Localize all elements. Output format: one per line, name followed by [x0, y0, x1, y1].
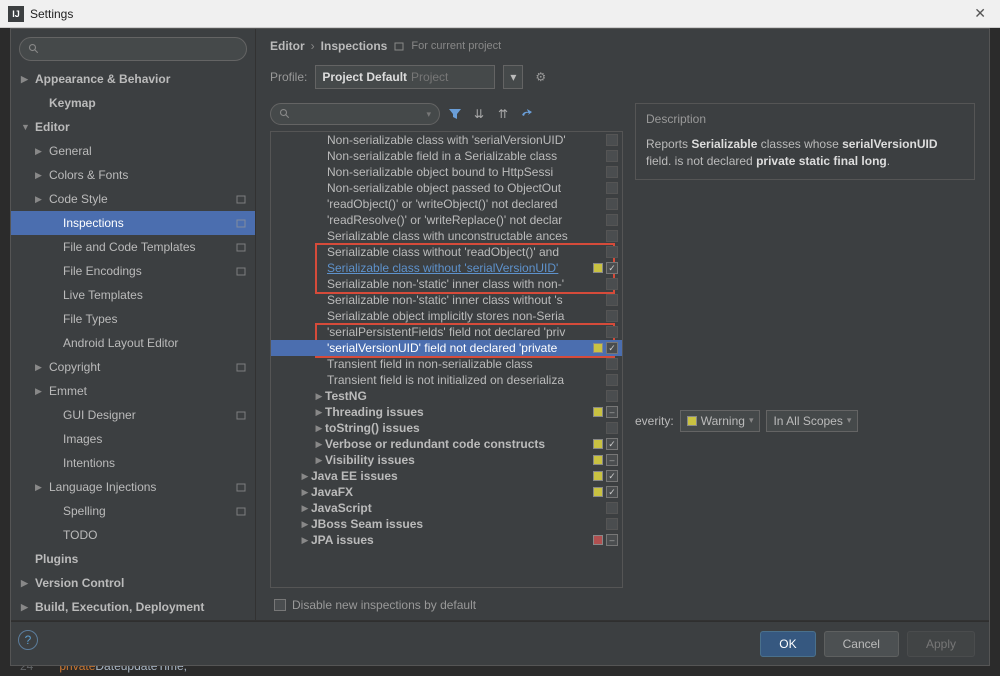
inspection-item[interactable]: Non-serializable object passed to Object… [271, 180, 622, 196]
nav-item[interactable]: ▶Appearance & Behavior [11, 67, 255, 91]
inspection-item[interactable]: Serializable non-'static' inner class wi… [271, 292, 622, 308]
inspection-tree[interactable]: Non-serializable class with 'serialVersi… [270, 131, 623, 588]
project-icon [235, 265, 247, 277]
nav-item[interactable]: Keymap [11, 91, 255, 115]
nav-item[interactable]: ▶Language Injections [11, 475, 255, 499]
nav-item[interactable]: ▶General [11, 139, 255, 163]
description-panel: Description Reports Serializable classes… [635, 103, 975, 616]
titlebar: IJ Settings ✕ [0, 0, 1000, 28]
project-icon [235, 193, 247, 205]
severity-label: everity: [635, 414, 674, 428]
inspection-item[interactable]: ▶Visibility issues [271, 452, 622, 468]
inspection-item[interactable]: ▶Verbose or redundant code constructs [271, 436, 622, 452]
nav-item[interactable]: File and Code Templates [11, 235, 255, 259]
profile-combo[interactable]: Project Default Project [315, 65, 495, 89]
nav-item[interactable]: ▶Version Control [11, 571, 255, 595]
inspection-item[interactable]: Non-serializable field in a Serializable… [271, 148, 622, 164]
inspection-item[interactable]: ▶JavaScript [271, 500, 622, 516]
reset-icon[interactable] [518, 105, 536, 123]
inspection-item[interactable]: Serializable class with unconstructable … [271, 228, 622, 244]
inspection-item[interactable]: 'serialPersistentFields' field not decla… [271, 324, 622, 340]
nav-item[interactable]: ▼Editor [11, 115, 255, 139]
nav-item[interactable]: GUI Designer [11, 403, 255, 427]
profile-label: Profile: [270, 70, 307, 84]
nav-item[interactable]: Spelling [11, 499, 255, 523]
search-icon [28, 43, 40, 55]
project-icon [235, 361, 247, 373]
profile-row: Profile: Project Default Project ▾ ⚙ [270, 65, 975, 89]
disable-new-inspections-checkbox[interactable] [274, 599, 286, 611]
disable-new-inspections-label: Disable new inspections by default [292, 598, 476, 612]
nav-item[interactable]: Android Layout Editor [11, 331, 255, 355]
inspection-item[interactable]: Serializable object implicitly stores no… [271, 308, 622, 324]
settings-dialog: ▶Appearance & BehaviorKeymap▼Editor▶Gene… [10, 28, 990, 666]
nav-item[interactable]: Live Templates [11, 283, 255, 307]
inspection-toolbar: ▾ ⇊ ⇈ [270, 103, 623, 125]
nav-item[interactable]: Images [11, 427, 255, 451]
nav-item[interactable]: ▶Code Style [11, 187, 255, 211]
window-title: Settings [30, 7, 968, 21]
nav-item[interactable]: ▶Copyright [11, 355, 255, 379]
inspection-item[interactable]: 'serialVersionUID' field not declared 'p… [271, 340, 622, 356]
scope-combo[interactable]: In All Scopes ▾ [766, 410, 858, 432]
ok-button[interactable]: OK [760, 631, 815, 657]
inspection-item[interactable]: Transient field is not initialized on de… [271, 372, 622, 388]
dialog-button-bar: OK Cancel Apply [11, 621, 989, 665]
inspection-item[interactable]: Serializable non-'static' inner class wi… [271, 276, 622, 292]
nav-item[interactable]: TODO [11, 523, 255, 547]
cancel-button[interactable]: Cancel [824, 631, 899, 657]
project-icon [393, 40, 405, 52]
project-icon [235, 217, 247, 229]
inspection-item[interactable]: Serializable class without 'readObject()… [271, 244, 622, 260]
app-icon: IJ [8, 6, 24, 22]
inspection-item[interactable]: Non-serializable class with 'serialVersi… [271, 132, 622, 148]
inspection-search-input[interactable]: ▾ [270, 103, 440, 125]
project-icon [235, 481, 247, 493]
nav-item[interactable]: ▶Build, Execution, Deployment [11, 595, 255, 619]
nav-item[interactable]: Intentions [11, 451, 255, 475]
nav-item[interactable]: Plugins [11, 547, 255, 571]
settings-search-input[interactable] [19, 37, 247, 61]
description-header: Description [646, 112, 964, 126]
inspection-item[interactable]: 'readObject()' or 'writeObject()' not de… [271, 196, 622, 212]
collapse-all-icon[interactable]: ⇈ [494, 105, 512, 123]
inspection-item[interactable]: ▶toString() issues [271, 420, 622, 436]
nav-item[interactable]: ▶Colors & Fonts [11, 163, 255, 187]
inspection-item[interactable]: Non-serializable object bound to HttpSes… [271, 164, 622, 180]
nav-item[interactable]: File Encodings [11, 259, 255, 283]
apply-button[interactable]: Apply [907, 631, 975, 657]
inspection-item[interactable]: ▶JPA issues [271, 532, 622, 548]
filter-icon[interactable] [446, 105, 464, 123]
project-icon [235, 409, 247, 421]
inspection-item[interactable]: ▶TestNG [271, 388, 622, 404]
search-icon [279, 108, 291, 120]
project-icon [235, 241, 247, 253]
description-body: Reports Serializable classes whose seria… [646, 136, 964, 171]
inspection-item[interactable]: Serializable class without 'serialVersio… [271, 260, 622, 276]
settings-content-panel: Editor › Inspections For current project… [256, 29, 989, 620]
inspection-item[interactable]: ▶JavaFX [271, 484, 622, 500]
help-button[interactable]: ? [18, 630, 38, 650]
inspection-item[interactable]: Transient field in non-serializable clas… [271, 356, 622, 372]
inspection-item[interactable]: ▶JBoss Seam issues [271, 516, 622, 532]
nav-item[interactable]: File Types [11, 307, 255, 331]
expand-all-icon[interactable]: ⇊ [470, 105, 488, 123]
breadcrumb: Editor › Inspections For current project [270, 39, 975, 53]
gear-icon[interactable]: ⚙ [531, 70, 550, 84]
nav-item[interactable]: Inspections [11, 211, 255, 235]
profile-dropdown-button[interactable]: ▾ [503, 65, 523, 89]
severity-combo[interactable]: Warning ▾ [680, 410, 761, 432]
disable-new-inspections-row[interactable]: Disable new inspections by default [270, 594, 623, 616]
settings-nav-panel: ▶Appearance & BehaviorKeymap▼Editor▶Gene… [11, 29, 256, 620]
settings-nav-tree[interactable]: ▶Appearance & BehaviorKeymap▼Editor▶Gene… [11, 67, 255, 620]
project-icon [235, 505, 247, 517]
nav-item[interactable]: ▶Emmet [11, 379, 255, 403]
inspection-item[interactable]: ▶Threading issues [271, 404, 622, 420]
inspection-item[interactable]: 'readResolve()' or 'writeReplace()' not … [271, 212, 622, 228]
inspection-item[interactable]: ▶Java EE issues [271, 468, 622, 484]
severity-row: everity: Warning ▾ In All Scopes ▾ [635, 410, 975, 432]
close-icon[interactable]: ✕ [968, 5, 992, 22]
